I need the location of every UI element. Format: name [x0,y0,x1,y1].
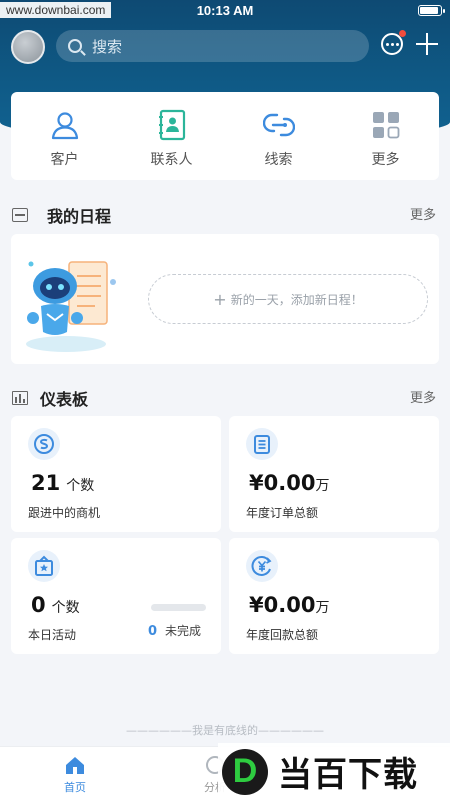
stat-value: 21 个数 [31,471,95,495]
activity-progress-bar [151,604,206,611]
status-bar: www.downbai.com 10:13 AM [0,0,450,22]
stat-card-activities[interactable]: 0 个数 本日活动 0 未完成 [11,538,221,654]
search-input[interactable]: 搜索 [56,30,369,62]
robot-illustration-icon [26,261,116,352]
stat-value: 0 个数 [31,593,80,617]
quick-action-customer[interactable]: 客户 [11,92,118,180]
customer-icon [51,112,78,140]
stat-value: ¥0.00万 [249,471,330,495]
quick-actions-card: 客户 联系人 线索 更多 [11,92,439,180]
stat-label: 年度订单总额 [246,506,319,520]
stat-value: ¥0.00万 [249,593,330,617]
search-placeholder: 搜索 [92,37,123,56]
quick-action-label: 线索 [264,152,293,168]
dashboard-title-text: 仪表板 [40,390,89,409]
avatar[interactable] [11,30,45,64]
dashboard-more-link[interactable]: 更多 [410,387,436,406]
order-icon [246,428,278,460]
quick-action-label: 联系人 [150,152,193,168]
stat-label: 本日活动 [28,628,77,642]
stat-card-orders[interactable]: ¥0.00万 年度订单总额 [229,416,439,532]
bottom-end-text: ——————我是有底线的—————— [126,724,324,737]
schedule-title: 我的日程 [12,203,111,227]
quick-action-leads[interactable]: 线索 [225,92,332,180]
link-icon [262,113,295,137]
dashboard-title: 仪表板 [12,386,88,410]
add-schedule-button[interactable]: + 新的一天，添加新日程！ [148,274,428,324]
stat-label: 跟进中的商机 [28,506,101,520]
tab-label: 首页 [64,781,86,794]
search-icon [68,39,82,53]
status-time: 10:13 AM [196,3,254,18]
tab-home[interactable]: 首页 [40,755,110,795]
plus-icon: + [213,289,227,309]
home-icon [66,757,84,774]
grid-icon [372,112,399,139]
watermark-logo: D [222,748,268,795]
bar-chart-icon [12,391,28,405]
notification-dot [399,30,406,37]
schedule-card: + 新的一天，添加新日程！ [11,234,439,364]
add-icon[interactable] [416,33,438,55]
watermark-badge: D 当百下载 [218,743,450,800]
payment-icon [246,550,278,582]
quick-action-more[interactable]: 更多 [332,92,439,180]
quick-action-label: 客户 [50,152,79,168]
battery-icon [418,5,445,16]
schedule-title-text: 我的日程 [47,207,112,226]
stat-label: 年度回款总额 [246,628,319,642]
quick-action-label: 更多 [371,152,400,168]
stat-card-opportunities[interactable]: 21 个数 跟进中的商机 [11,416,221,532]
opportunity-icon [28,428,60,460]
contact-card-icon [158,109,185,141]
quick-action-contacts[interactable]: 联系人 [118,92,225,180]
incomplete-count: 0 未完成 [148,624,202,639]
calendar-icon [12,208,28,222]
schedule-more-link[interactable]: 更多 [410,204,436,223]
stat-card-payments[interactable]: ¥0.00万 年度回款总额 [229,538,439,654]
watermark-text: 当百下载 [278,755,418,795]
activity-icon [28,550,60,582]
add-schedule-label: 新的一天，添加新日程！ [230,292,363,307]
